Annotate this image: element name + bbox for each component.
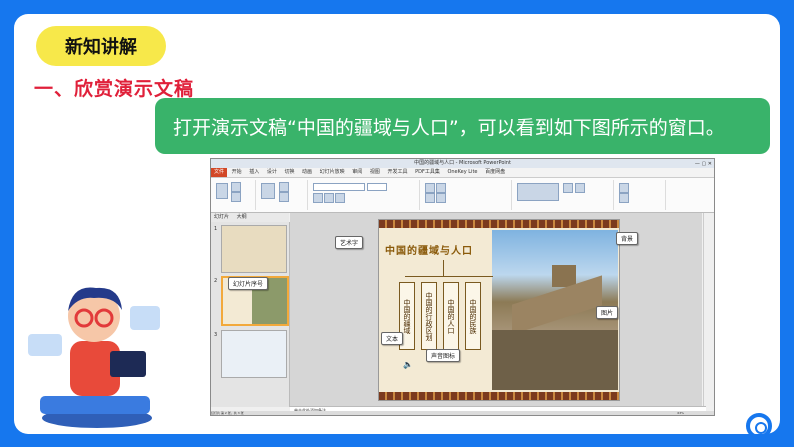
speaker-icon[interactable]: 🔈: [403, 360, 413, 369]
font-size-select[interactable]: [367, 183, 387, 191]
callout-thumb-number: 幻灯片序号: [228, 277, 269, 290]
paragraph-group: [421, 180, 512, 210]
zoom-level[interactable]: 63%: [677, 411, 684, 415]
shapes-gallery-icon[interactable]: [517, 183, 559, 201]
copy-icon[interactable]: [231, 192, 241, 202]
vertical-scrollbar[interactable]: [703, 213, 714, 406]
callout-picture: 图片: [596, 306, 619, 319]
topic-box[interactable]: 中国的行政区划: [421, 282, 437, 350]
cliff-shape: [492, 330, 618, 390]
thumbnail-slide-1[interactable]: [221, 225, 287, 273]
tab-insert[interactable]: 插入: [246, 168, 262, 177]
arrange-icon[interactable]: [563, 183, 573, 193]
topic-box[interactable]: 中国的人口: [443, 282, 459, 350]
layout-icon[interactable]: [279, 182, 289, 192]
student-illustration: [28, 287, 160, 428]
italic-icon[interactable]: [324, 193, 334, 203]
top-border-pattern: [379, 220, 619, 228]
topic-box[interactable]: 中国的民族: [465, 282, 481, 350]
tab-outline-pane[interactable]: 大纲: [234, 213, 250, 222]
underline-icon[interactable]: [335, 193, 345, 203]
section-heading: 一、欣赏演示文稿: [34, 78, 195, 100]
window-title: 中国的疆域与人口 - Microsoft PowerPoint: [414, 160, 511, 166]
tab-view[interactable]: 视图: [367, 168, 383, 177]
org-chart-line: [405, 276, 493, 277]
replace-icon[interactable]: [619, 193, 629, 203]
drawing-group: [513, 180, 614, 210]
tab-developer[interactable]: 开发工具: [384, 168, 410, 177]
ribbon-tabs: 文件 开始 插入 设计 切换 动画 幻灯片放映 审阅 视图 开发工具 PDF工具…: [211, 168, 714, 178]
bullets-icon[interactable]: [425, 183, 435, 193]
align-left-icon[interactable]: [425, 193, 435, 203]
numbering-icon[interactable]: [436, 183, 446, 193]
tab-file[interactable]: 文件: [211, 168, 228, 177]
thumb-number: 3: [214, 332, 218, 338]
bold-icon[interactable]: [313, 193, 323, 203]
tab-transitions[interactable]: 切换: [281, 168, 297, 177]
status-bar: 幻灯片 第 2 张，共 3 张 63%: [211, 411, 714, 415]
slide-title-wordart[interactable]: 中国的疆域与人口: [385, 242, 473, 257]
thumb-number: 2: [214, 278, 218, 284]
callout-sound-icon: 声音图标: [426, 349, 461, 362]
new-slide-icon[interactable]: [261, 183, 275, 199]
editing-group: [615, 180, 666, 210]
tab-animations[interactable]: 动画: [299, 168, 315, 177]
bottom-border-pattern: [379, 392, 619, 400]
clipboard-group: [213, 180, 256, 210]
paste-icon[interactable]: [216, 183, 228, 199]
status-text: 幻灯片 第 2 张，共 3 张: [211, 411, 244, 415]
font-group: [309, 180, 420, 210]
ribbon-toolbar: [211, 178, 714, 213]
decorative-circle-icon: [746, 413, 772, 439]
powerpoint-window: 中国的疆域与人口 - Microsoft PowerPoint — ▢ ✕ 文件…: [210, 158, 715, 416]
instruction-banner: 打开演示文稿“中国的疆域与人口”，可以看到如下图所示的窗口。: [155, 98, 770, 154]
window-titlebar: 中国的疆域与人口 - Microsoft PowerPoint — ▢ ✕: [211, 159, 714, 168]
slides-group: [257, 180, 308, 210]
callout-background: 背景: [616, 232, 639, 245]
font-name-select[interactable]: [313, 183, 365, 191]
section-badge: 新知讲解: [36, 26, 166, 66]
tab-onekey[interactable]: OneKey Lite: [444, 168, 480, 177]
tab-home[interactable]: 开始: [229, 168, 245, 177]
tab-design[interactable]: 设计: [264, 168, 280, 177]
tab-review[interactable]: 审阅: [349, 168, 365, 177]
reset-icon[interactable]: [279, 192, 289, 202]
tab-slides-pane[interactable]: 幻灯片: [211, 213, 232, 222]
align-center-icon[interactable]: [436, 193, 446, 203]
callout-text: 文本: [381, 332, 404, 345]
thumbnail-slide-3[interactable]: [221, 330, 287, 378]
tab-slideshow[interactable]: 幻灯片放映: [317, 168, 348, 177]
org-chart-line: [443, 260, 444, 276]
find-icon[interactable]: [619, 183, 629, 193]
tab-baidu[interactable]: 百度网盘: [482, 168, 508, 177]
current-slide[interactable]: 中国的疆域与人口 中国的疆域 中国的行政区划 中国的人口 中国的民族 🔈: [378, 219, 620, 401]
cut-icon[interactable]: [231, 182, 241, 192]
callout-art-text: 艺术字: [335, 236, 364, 249]
slide-thumbnails-pane: 1 2 3: [211, 222, 290, 407]
thumb-number: 1: [214, 226, 218, 232]
quick-styles-icon[interactable]: [575, 183, 585, 193]
tab-pdf[interactable]: PDF工具集: [412, 168, 443, 177]
